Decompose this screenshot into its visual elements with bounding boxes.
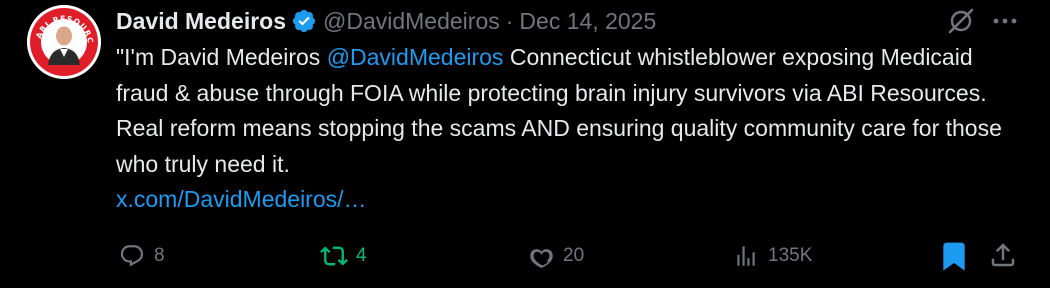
repost-icon [318,240,350,272]
share-button[interactable] [988,240,1020,272]
repost-count: 4 [356,245,367,266]
repost-button[interactable]: 4 [318,240,367,272]
reply-icon [116,240,148,272]
separator-dot: · [505,7,514,34]
author-handle[interactable]: @DavidMedeiros [323,8,500,35]
views-count: 135K [768,245,813,266]
tweet-url-link[interactable]: x.com/DavidMedeiros/… [116,186,367,212]
reply-button[interactable]: 8 [116,240,165,272]
heart-icon [525,240,557,272]
tweet-text-prefix: "I'm David Medeiros [116,44,327,70]
tweet-date[interactable]: Dec 14, 2025 [519,8,656,35]
reply-count: 8 [154,245,165,266]
author-name[interactable]: David Medeiros [116,8,286,35]
like-count: 20 [563,245,585,266]
tweet-text: "I'm David Medeiros @DavidMedeiros Conne… [116,40,1026,218]
grok-icon[interactable] [946,6,976,36]
avatar[interactable]: ABI RESOURCES [27,5,101,79]
tweet-header: David Medeiros @DavidMedeiros · Dec 14, … [116,5,656,37]
bookmark-icon [938,242,970,276]
bookmark-button[interactable] [938,240,970,272]
mention-link[interactable]: @DavidMedeiros [327,44,504,70]
share-icon [988,243,1018,274]
more-icon[interactable] [990,8,1020,34]
tweet[interactable]: ABI RESOURCES David Medeiros @DavidMedei… [0,0,1050,288]
tweet-actions: 8 4 20 135K [116,240,1026,272]
views-button[interactable]: 135K [730,240,812,272]
like-button[interactable]: 20 [525,240,584,272]
views-icon [730,240,762,272]
verified-badge-icon[interactable] [291,8,317,34]
